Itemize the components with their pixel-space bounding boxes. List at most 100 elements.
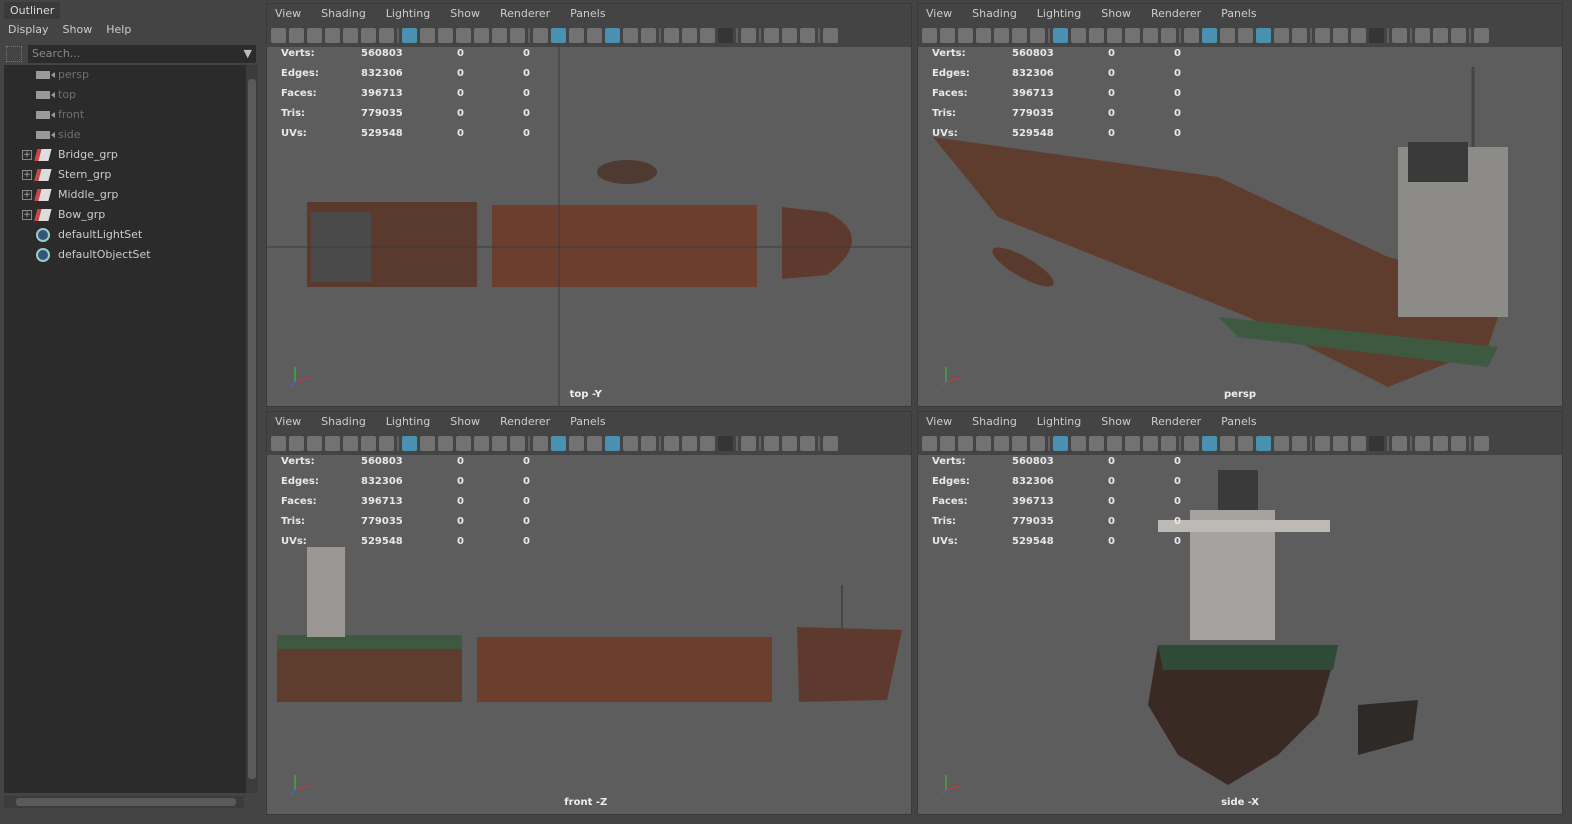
viewport-canvas[interactable]: Verts: 560803 0 0 Edges: 832306 0 0 Faces: 396713… xyxy=(267,455,911,814)
resolution-gate-icon[interactable] xyxy=(438,435,453,451)
safe-title-icon[interactable] xyxy=(510,27,525,43)
grid-icon[interactable] xyxy=(402,435,417,451)
film-gate-icon[interactable] xyxy=(1071,27,1086,43)
isolate-select-icon[interactable] xyxy=(741,27,756,43)
filter-icon[interactable] xyxy=(6,46,22,62)
panel-menu-lighting[interactable]: Lighting xyxy=(386,4,430,23)
2d-pan-icon[interactable] xyxy=(361,435,376,451)
film-gate-icon[interactable] xyxy=(420,435,435,451)
depth-of-field-icon[interactable] xyxy=(1369,27,1384,43)
camera-select-icon[interactable] xyxy=(922,27,937,43)
default-material-icon[interactable] xyxy=(569,27,584,43)
camera-lock-icon[interactable] xyxy=(940,435,955,451)
wireframe-on-shaded-icon[interactable] xyxy=(587,27,602,43)
xray-icon[interactable] xyxy=(1256,27,1271,43)
gate-mask-icon[interactable] xyxy=(1107,27,1122,43)
motion-blur-icon[interactable] xyxy=(682,27,697,43)
viewport-canvas[interactable]: Verts: 560803 0 0 Edges: 832306 0 0 Faces: 396713… xyxy=(918,47,1562,406)
anti-alias-icon[interactable] xyxy=(700,27,715,43)
use-lights-icon[interactable] xyxy=(1274,27,1289,43)
camera-attr-icon[interactable] xyxy=(307,435,322,451)
image-plane-icon[interactable] xyxy=(994,27,1009,43)
image-plane-icon[interactable] xyxy=(994,435,1009,451)
wireframe-on-shaded-icon[interactable] xyxy=(1238,27,1253,43)
2d-pan-icon[interactable] xyxy=(361,27,376,43)
ambient-occlusion-icon[interactable] xyxy=(1315,435,1330,451)
horizontal-scrollbar[interactable] xyxy=(4,796,244,808)
anti-alias-icon[interactable] xyxy=(700,435,715,451)
2d-pan-icon[interactable] xyxy=(1012,435,1027,451)
panel-menu-shading[interactable]: Shading xyxy=(972,412,1017,431)
camera-select-icon[interactable] xyxy=(271,435,286,451)
default-material-icon[interactable] xyxy=(1220,435,1235,451)
panel-menu-view[interactable]: View xyxy=(275,4,301,23)
gate-mask-icon[interactable] xyxy=(456,27,471,43)
panel-menu-view[interactable]: View xyxy=(926,4,952,23)
motion-blur-icon[interactable] xyxy=(682,435,697,451)
ambient-occlusion-icon[interactable] xyxy=(1315,27,1330,43)
panel-menu-lighting[interactable]: Lighting xyxy=(1037,412,1081,431)
wireframe-icon[interactable] xyxy=(533,27,548,43)
wireframe-on-shaded-icon[interactable] xyxy=(1238,435,1253,451)
panel-menu-shading[interactable]: Shading xyxy=(972,4,1017,23)
safe-title-icon[interactable] xyxy=(510,435,525,451)
panel-menu-shading[interactable]: Shading xyxy=(321,4,366,23)
camera-select-icon[interactable] xyxy=(271,27,286,43)
chevron-down-icon[interactable]: ▼ xyxy=(244,45,252,63)
depth-of-field-icon[interactable] xyxy=(1369,435,1384,451)
outliner-item[interactable]: defaultObjectSet xyxy=(36,245,151,265)
grease-pencil-icon[interactable] xyxy=(379,27,394,43)
outliner-item[interactable]: + Middle_grp xyxy=(22,185,118,205)
use-lights-icon[interactable] xyxy=(1274,435,1289,451)
panel-menu-view[interactable]: View xyxy=(275,412,301,431)
resolution-gate-icon[interactable] xyxy=(1089,27,1104,43)
panel-menu-shading[interactable]: Shading xyxy=(321,412,366,431)
camera-attr-icon[interactable] xyxy=(958,435,973,451)
smooth-shade-icon[interactable] xyxy=(551,435,566,451)
vertical-scrollbar[interactable] xyxy=(246,65,258,793)
panel-menu-view[interactable]: View xyxy=(926,412,952,431)
motion-blur-icon[interactable] xyxy=(1333,435,1348,451)
shadows-icon[interactable] xyxy=(641,435,656,451)
default-material-icon[interactable] xyxy=(1220,27,1235,43)
use-lights-icon[interactable] xyxy=(623,435,638,451)
panel-menu-renderer[interactable]: Renderer xyxy=(500,412,550,431)
viewport-panel[interactable]: View Shading Lighting Show Renderer Panels Ver… xyxy=(917,411,1563,815)
safe-action-icon[interactable] xyxy=(492,435,507,451)
grid-icon[interactable] xyxy=(402,27,417,43)
expand-icon[interactable]: + xyxy=(22,150,32,160)
shadows-icon[interactable] xyxy=(1292,27,1307,43)
ambient-occlusion-icon[interactable] xyxy=(664,435,679,451)
xray-active-icon[interactable] xyxy=(1433,27,1448,43)
expand-icon[interactable]: + xyxy=(22,210,32,220)
2d-pan-icon[interactable] xyxy=(1012,27,1027,43)
expand-icon[interactable]: + xyxy=(22,170,32,180)
field-chart-icon[interactable] xyxy=(1125,27,1140,43)
backface-icon[interactable] xyxy=(800,27,815,43)
xray-joints-icon[interactable] xyxy=(764,435,779,451)
viewport-panel[interactable]: View Shading Lighting Show Renderer Panels Ver… xyxy=(266,411,912,815)
camera-lock-icon[interactable] xyxy=(289,435,304,451)
film-gate-icon[interactable] xyxy=(420,27,435,43)
outliner-item[interactable]: top xyxy=(36,85,76,105)
camera-lock-icon[interactable] xyxy=(289,27,304,43)
resolution-gate-icon[interactable] xyxy=(1089,435,1104,451)
outliner-item[interactable]: + Bridge_grp xyxy=(22,145,118,165)
camera-lock-icon[interactable] xyxy=(940,27,955,43)
gate-mask-icon[interactable] xyxy=(1107,435,1122,451)
backface-icon[interactable] xyxy=(1451,435,1466,451)
safe-action-icon[interactable] xyxy=(492,27,507,43)
panel-menu-panels[interactable]: Panels xyxy=(1221,412,1256,431)
xray-joints-icon[interactable] xyxy=(1415,27,1430,43)
backface-icon[interactable] xyxy=(800,435,815,451)
resolution-gate-icon[interactable] xyxy=(438,27,453,43)
wireframe-on-shaded-icon[interactable] xyxy=(587,435,602,451)
shadows-icon[interactable] xyxy=(1292,435,1307,451)
xray-icon[interactable] xyxy=(605,27,620,43)
ambient-occlusion-icon[interactable] xyxy=(664,27,679,43)
xray-active-icon[interactable] xyxy=(782,435,797,451)
wireframe-icon[interactable] xyxy=(533,435,548,451)
panel-menu-renderer[interactable]: Renderer xyxy=(500,4,550,23)
panel-menu-panels[interactable]: Panels xyxy=(570,4,605,23)
xray-active-icon[interactable] xyxy=(782,27,797,43)
